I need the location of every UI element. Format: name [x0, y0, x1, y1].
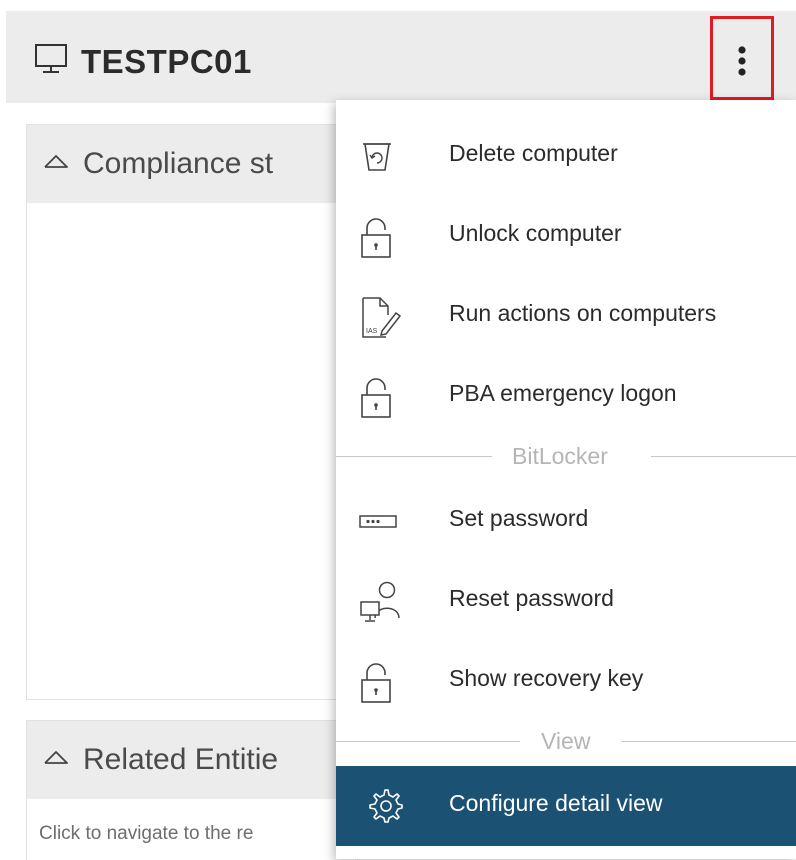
related-entities-panel: Related Entitie Click to navigate to the…: [26, 720, 358, 860]
monitor-icon: [34, 43, 68, 80]
menu-item-label: Reset password: [449, 585, 614, 611]
chevron-up-icon: [43, 749, 69, 770]
menu-item-label: Show recovery key: [449, 665, 644, 691]
gear-icon: [368, 788, 404, 829]
menu-item-show-recovery-key[interactable]: Show recovery key: [336, 642, 796, 718]
related-panel-title: Related Entitie: [83, 743, 279, 776]
menu-item-unlock-computer[interactable]: Unlock computer: [336, 197, 796, 273]
unlock-icon: [358, 377, 396, 424]
menu-item-run-actions[interactable]: IAS Run actions on computers: [336, 277, 796, 353]
related-hint-text: Click to navigate to the re: [39, 823, 254, 844]
kebab-menu-icon: [737, 46, 747, 81]
trash-icon: [358, 137, 396, 178]
divider-line: [336, 456, 492, 457]
user-computer-icon: [358, 578, 402, 629]
computer-header: TESTPC01: [6, 11, 796, 103]
menu-item-label: Run actions on computers: [449, 300, 717, 326]
chevron-up-icon: [43, 153, 69, 174]
menu-item-label: Configure detail view: [449, 790, 663, 816]
divider-line: [651, 456, 796, 457]
menu-item-delete-computer[interactable]: Delete computer: [336, 117, 796, 193]
menu-item-label: Set password: [449, 505, 589, 531]
divider-line: [336, 741, 520, 742]
section-divider-view: View: [336, 726, 796, 756]
menu-item-label: Delete computer: [449, 140, 618, 166]
page-title: TESTPC01: [81, 43, 252, 80]
svg-text:IAS: IAS: [366, 328, 378, 335]
related-panel-header[interactable]: Related Entitie: [27, 721, 357, 799]
unlock-icon: [358, 217, 396, 264]
compliance-panel-title: Compliance st: [83, 147, 274, 180]
menu-item-set-password[interactable]: Set password: [336, 482, 796, 558]
password-field-icon: [358, 514, 398, 535]
menu-item-configure-detail-view[interactable]: Configure detail view: [336, 766, 796, 846]
section-title-view: View: [541, 728, 591, 754]
menu-item-reset-password[interactable]: Reset password: [336, 562, 796, 638]
unlock-icon: [358, 662, 396, 709]
divider-line: [622, 741, 796, 742]
menu-item-label: Unlock computer: [449, 220, 622, 246]
section-divider-bitlocker: BitLocker: [336, 441, 796, 471]
compliance-panel-header[interactable]: Compliance st: [27, 125, 357, 203]
actions-dropdown-menu: Delete computer Unlock computer IAS Run …: [336, 100, 796, 859]
menu-item-pba-emergency-logon[interactable]: PBA emergency logon: [336, 357, 796, 433]
script-edit-icon: IAS: [358, 295, 402, 344]
section-title-bitlocker: BitLocker: [512, 443, 608, 469]
menu-item-label: PBA emergency logon: [449, 380, 677, 406]
more-actions-button[interactable]: [710, 16, 774, 100]
compliance-status-panel: Compliance st: [26, 124, 358, 700]
